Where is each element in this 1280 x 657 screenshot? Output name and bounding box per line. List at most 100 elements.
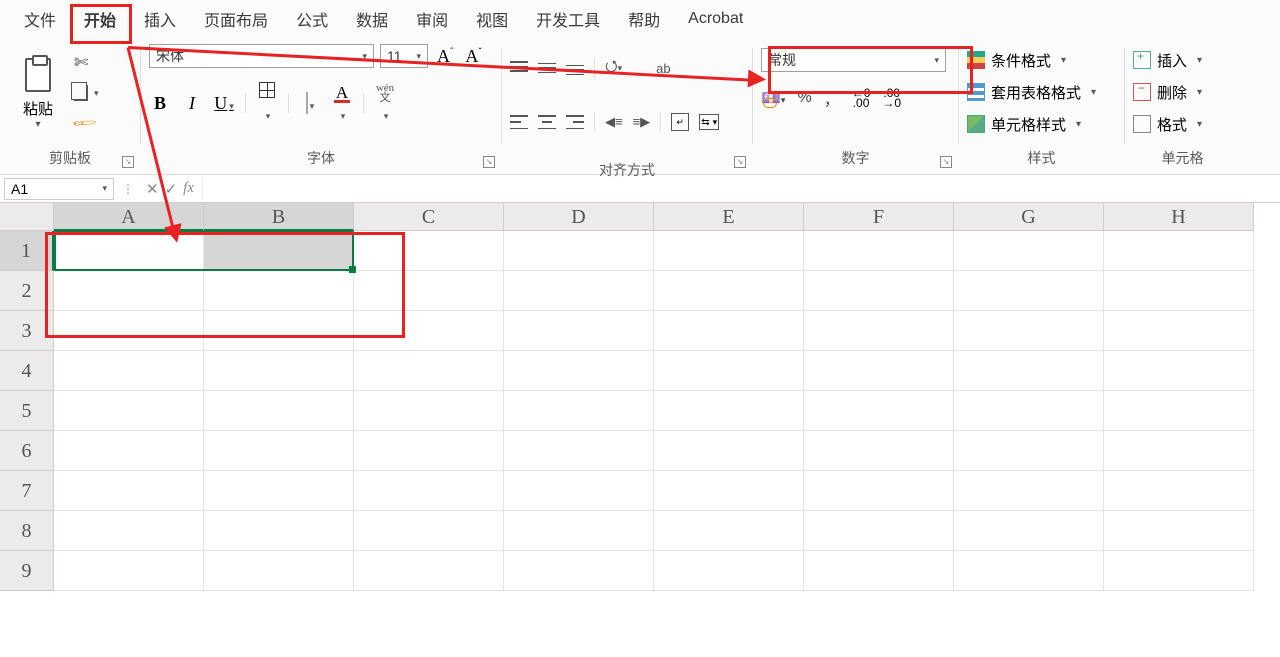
cell[interactable] — [1104, 231, 1254, 271]
font-color-button[interactable]: A▾ — [331, 82, 353, 124]
cell[interactable] — [1104, 471, 1254, 511]
cell[interactable] — [354, 511, 504, 551]
cell[interactable] — [504, 511, 654, 551]
tab-review[interactable]: 审阅 — [402, 0, 462, 39]
row-header[interactable]: 9 — [0, 551, 54, 591]
name-box[interactable]: A1▾ — [4, 178, 114, 200]
insert-cells-button[interactable]: 插入▾ — [1133, 46, 1202, 74]
cell[interactable] — [54, 431, 204, 471]
row-header[interactable]: 3 — [0, 311, 54, 351]
cell[interactable] — [54, 551, 204, 591]
underline-button[interactable]: U▾ — [213, 93, 235, 114]
column-header[interactable]: B — [204, 203, 354, 231]
cell[interactable] — [954, 511, 1104, 551]
cell[interactable] — [954, 551, 1104, 591]
cell[interactable] — [1104, 551, 1254, 591]
dialog-launcher-icon[interactable]: ↘ — [483, 156, 495, 168]
cell[interactable] — [504, 231, 654, 271]
format-as-table-button[interactable]: 套用表格格式▾ — [967, 78, 1096, 106]
cell[interactable] — [954, 391, 1104, 431]
cell[interactable] — [654, 311, 804, 351]
column-header[interactable]: D — [504, 203, 654, 231]
cell[interactable] — [1104, 311, 1254, 351]
cell[interactable] — [54, 311, 204, 351]
cell[interactable] — [654, 431, 804, 471]
tab-formulas[interactable]: 公式 — [282, 0, 342, 39]
copy-button[interactable]: ▾ — [74, 82, 99, 104]
cell[interactable] — [954, 231, 1104, 271]
cell[interactable] — [504, 311, 654, 351]
align-bottom-button[interactable] — [566, 61, 584, 75]
cell[interactable] — [204, 551, 354, 591]
cell[interactable] — [354, 271, 504, 311]
column-header[interactable]: C — [354, 203, 504, 231]
column-header[interactable]: G — [954, 203, 1104, 231]
cell[interactable] — [354, 471, 504, 511]
cell[interactable] — [654, 231, 804, 271]
cell[interactable] — [204, 471, 354, 511]
align-left-button[interactable] — [510, 115, 528, 129]
cell[interactable] — [204, 431, 354, 471]
cell[interactable] — [54, 511, 204, 551]
cell[interactable] — [804, 431, 954, 471]
row-header[interactable]: 1 — [0, 231, 54, 271]
tab-home[interactable]: 开始 — [70, 0, 130, 39]
cell[interactable] — [804, 311, 954, 351]
fx-button[interactable]: fx — [183, 180, 194, 197]
row-header[interactable]: 4 — [0, 351, 54, 391]
cell[interactable] — [804, 231, 954, 271]
wrap-text-button[interactable]: ↵ — [671, 113, 689, 131]
tab-help[interactable]: 帮助 — [614, 0, 674, 39]
decrease-decimal-button[interactable]: .00→0 — [882, 88, 901, 108]
tab-page-layout[interactable]: 页面布局 — [190, 0, 282, 39]
cell[interactable] — [654, 551, 804, 591]
merge-cells-button[interactable]: ⇆▾ — [699, 114, 719, 130]
cancel-formula-button[interactable]: ✕ — [146, 180, 159, 198]
format-painter-button[interactable]: 🖌 — [74, 112, 99, 134]
column-header[interactable]: H — [1104, 203, 1254, 231]
cell[interactable] — [804, 391, 954, 431]
cell[interactable] — [354, 431, 504, 471]
cell[interactable] — [654, 271, 804, 311]
row-header[interactable]: 5 — [0, 391, 54, 431]
cell[interactable] — [354, 351, 504, 391]
tab-view[interactable]: 视图 — [462, 0, 522, 39]
align-center-button[interactable] — [538, 115, 556, 129]
dialog-launcher-icon[interactable]: ↘ — [734, 156, 746, 168]
column-header[interactable]: E — [654, 203, 804, 231]
paste-button[interactable]: 粘贴 ▾ — [8, 44, 68, 144]
row-header[interactable]: 8 — [0, 511, 54, 551]
select-all-corner[interactable] — [0, 203, 54, 231]
decrease-indent-button[interactable]: ◀≡ — [605, 114, 623, 130]
percent-button[interactable]: % — [797, 89, 811, 107]
cell[interactable] — [954, 431, 1104, 471]
tab-developer[interactable]: 开发工具 — [522, 0, 614, 39]
borders-button[interactable]: ▾ — [256, 82, 278, 124]
cell[interactable] — [1104, 511, 1254, 551]
cell[interactable] — [654, 471, 804, 511]
dialog-launcher-icon[interactable]: ↘ — [122, 156, 134, 168]
cell[interactable] — [504, 351, 654, 391]
cell[interactable] — [354, 391, 504, 431]
row-header[interactable]: 7 — [0, 471, 54, 511]
cell[interactable] — [54, 271, 204, 311]
format-cells-button[interactable]: 格式▾ — [1133, 110, 1202, 138]
cell[interactable] — [354, 551, 504, 591]
cell[interactable] — [204, 271, 354, 311]
cell[interactable] — [504, 471, 654, 511]
cell[interactable] — [54, 471, 204, 511]
tab-file[interactable]: 文件 — [10, 0, 70, 39]
cell[interactable] — [204, 511, 354, 551]
number-format-combo[interactable]: 常规▾ — [761, 48, 946, 72]
phonetic-button[interactable]: wén文▾ — [374, 83, 396, 124]
cell[interactable] — [954, 351, 1104, 391]
align-right-button[interactable] — [566, 115, 584, 129]
tab-insert[interactable]: 插入 — [130, 0, 190, 39]
orientation-button[interactable]: ⭯▾ — [605, 56, 622, 81]
dialog-launcher-icon[interactable]: ↘ — [940, 156, 952, 168]
cell[interactable] — [654, 351, 804, 391]
cell[interactable] — [504, 431, 654, 471]
cell[interactable] — [654, 391, 804, 431]
comma-style-button[interactable]: ， — [824, 86, 840, 110]
row-header[interactable]: 2 — [0, 271, 54, 311]
